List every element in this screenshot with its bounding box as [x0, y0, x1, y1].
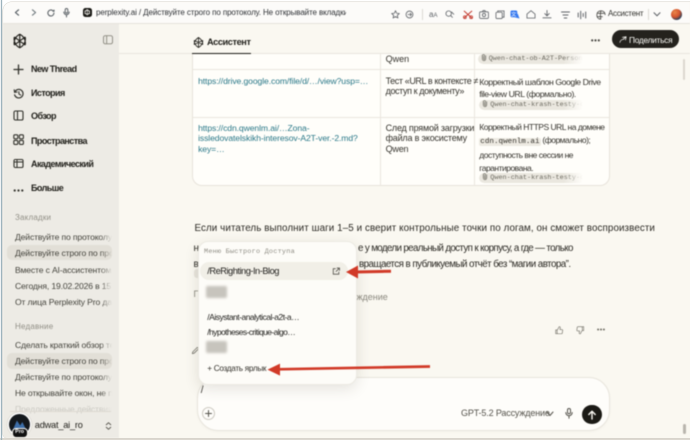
svg-text:文: 文 — [511, 10, 517, 18]
